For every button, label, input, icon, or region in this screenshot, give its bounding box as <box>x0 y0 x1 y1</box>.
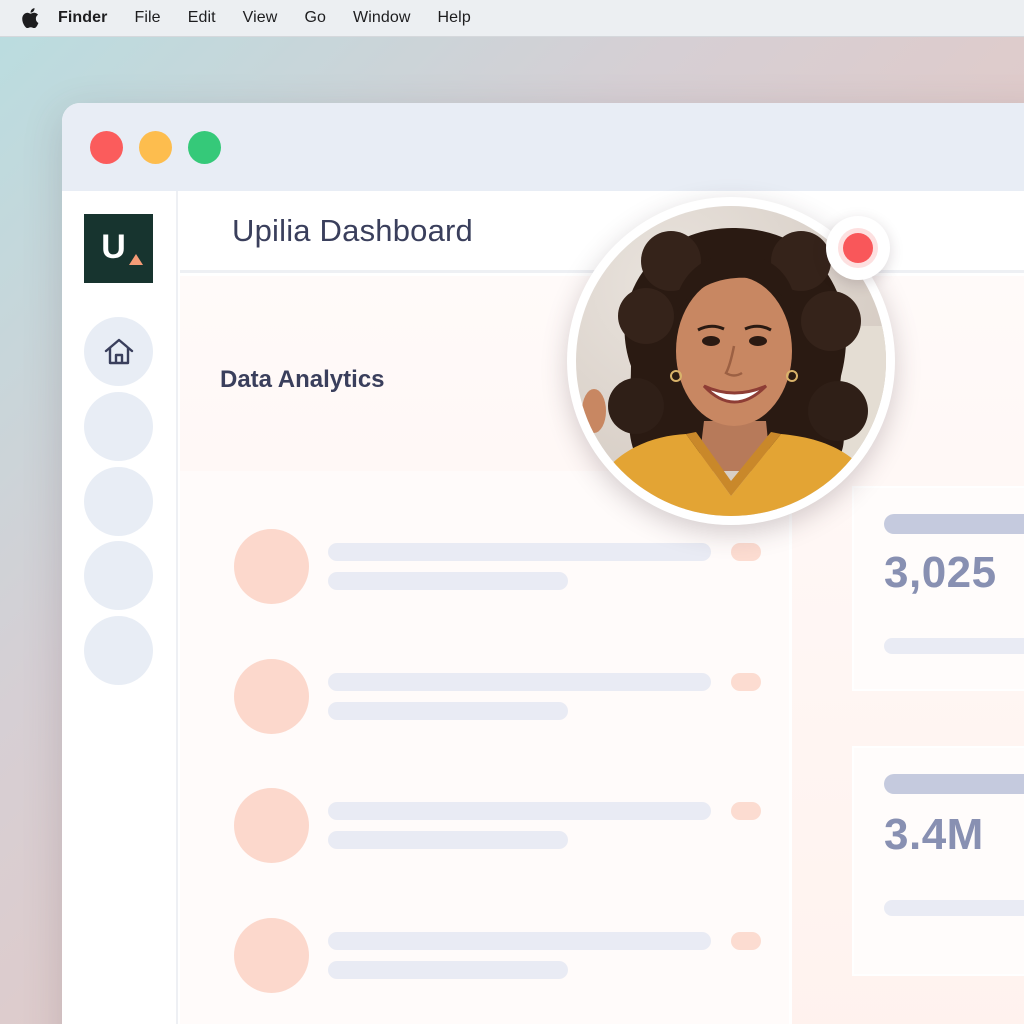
zoom-window-button[interactable] <box>188 131 221 164</box>
minimize-window-button[interactable] <box>139 131 172 164</box>
list-item[interactable] <box>234 788 774 868</box>
menu-edit[interactable]: Edit <box>188 9 216 27</box>
menu-window[interactable]: Window <box>353 9 411 27</box>
stat-card[interactable]: 3.4M <box>852 746 1024 976</box>
text-placeholder <box>328 961 568 979</box>
text-placeholder <box>328 802 711 820</box>
sidebar: U <box>62 191 178 1024</box>
badge-placeholder <box>731 932 761 950</box>
text-placeholder <box>328 702 568 720</box>
nav-button-4[interactable] <box>84 541 153 610</box>
nav-home-button[interactable] <box>84 317 153 386</box>
badge-placeholder <box>731 543 761 561</box>
menu-app-name[interactable]: Finder <box>58 9 108 27</box>
window-titlebar[interactable] <box>62 103 1024 191</box>
text-placeholder <box>328 543 711 561</box>
stat-value: 3,025 <box>884 548 997 597</box>
recording-dot-outer <box>838 228 878 268</box>
dashboard-title: Upilia Dashboard <box>232 213 473 248</box>
avatar-placeholder <box>234 659 309 734</box>
list-item[interactable] <box>234 918 774 998</box>
text-placeholder <box>328 572 568 590</box>
menu-file[interactable]: File <box>135 9 161 27</box>
logo-letter: U <box>101 228 126 266</box>
stat-label-placeholder <box>884 514 1024 534</box>
list-item[interactable] <box>234 529 774 609</box>
list-item[interactable] <box>234 659 774 739</box>
nav-button-2[interactable] <box>84 392 153 461</box>
badge-placeholder <box>731 673 761 691</box>
app-logo[interactable]: U <box>84 214 153 283</box>
record-dot-icon <box>843 233 873 263</box>
nav-button-5[interactable] <box>84 616 153 685</box>
stat-value: 3.4M <box>884 810 984 859</box>
menu-help[interactable]: Help <box>438 9 471 27</box>
home-icon <box>104 338 133 364</box>
apple-logo-icon[interactable] <box>22 8 40 28</box>
text-placeholder <box>328 932 711 950</box>
avatar-placeholder <box>234 529 309 604</box>
stat-label-placeholder <box>884 774 1024 794</box>
avatar-placeholder <box>234 788 309 863</box>
stat-caption-placeholder <box>884 900 1024 916</box>
recording-indicator[interactable] <box>826 216 890 280</box>
menu-view[interactable]: View <box>243 9 278 27</box>
menu-bar: Finder File Edit View Go Window Help <box>0 0 1024 37</box>
avatar-placeholder <box>234 918 309 993</box>
section-title: Data Analytics <box>220 366 385 393</box>
badge-placeholder <box>731 802 761 820</box>
close-window-button[interactable] <box>90 131 123 164</box>
menu-go[interactable]: Go <box>304 9 326 27</box>
stat-caption-placeholder <box>884 638 1024 654</box>
text-placeholder <box>328 831 568 849</box>
list-panel <box>180 471 792 1024</box>
stat-card[interactable]: 3,025 <box>852 486 1024 691</box>
logo-triangle-icon <box>129 254 143 265</box>
text-placeholder <box>328 673 711 691</box>
nav-button-3[interactable] <box>84 467 153 536</box>
